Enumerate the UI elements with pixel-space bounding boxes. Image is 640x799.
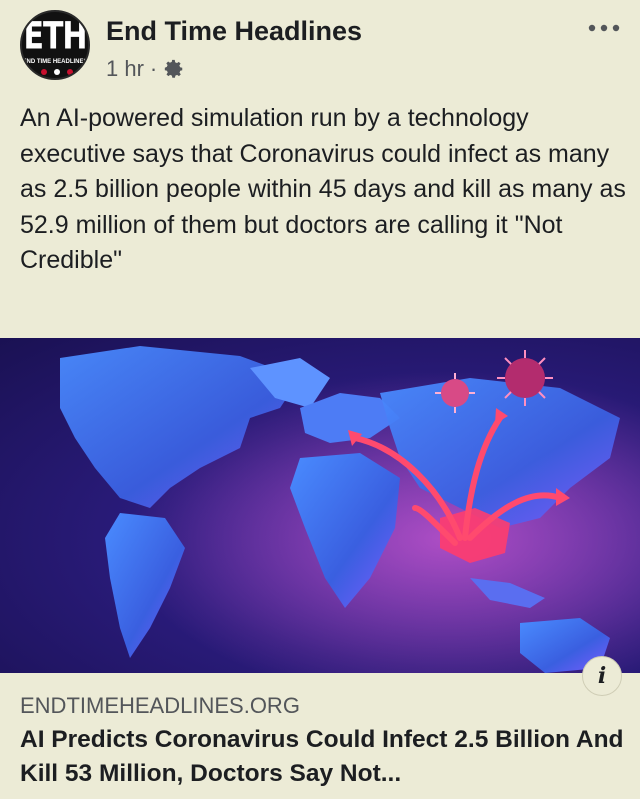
post-header: ETH END TIME HEADLINES End Time Headline… [0, 0, 640, 95]
link-preview-card[interactable]: ENDTIMEHEADLINES.ORG AI Predicts Coronav… [0, 673, 640, 799]
avatar-logo-subtext: END TIME HEADLINES [22, 59, 88, 65]
gear-icon[interactable] [163, 58, 185, 80]
post-timestamp[interactable]: 1 hr [106, 56, 144, 82]
link-domain: ENDTIMEHEADLINES.ORG [20, 693, 300, 718]
post-message: An AI-powered simulation run by a techno… [20, 104, 626, 274]
post-meta: 1 hr · [106, 56, 185, 82]
page-avatar[interactable]: ETH END TIME HEADLINES [20, 10, 90, 80]
avatar-dots-icon [41, 69, 73, 75]
world-map-illustration [0, 338, 640, 673]
meta-separator: · [149, 56, 158, 81]
page-name-link[interactable]: End Time Headlines [106, 16, 362, 47]
avatar-logo-text: ETH [23, 14, 87, 59]
virus-particle-large-icon [497, 350, 553, 406]
link-title[interactable]: AI Predicts Coronavirus Could Infect 2.5… [20, 723, 630, 791]
more-horizontal-icon[interactable] [586, 22, 622, 34]
link-preview-image[interactable] [0, 338, 640, 673]
